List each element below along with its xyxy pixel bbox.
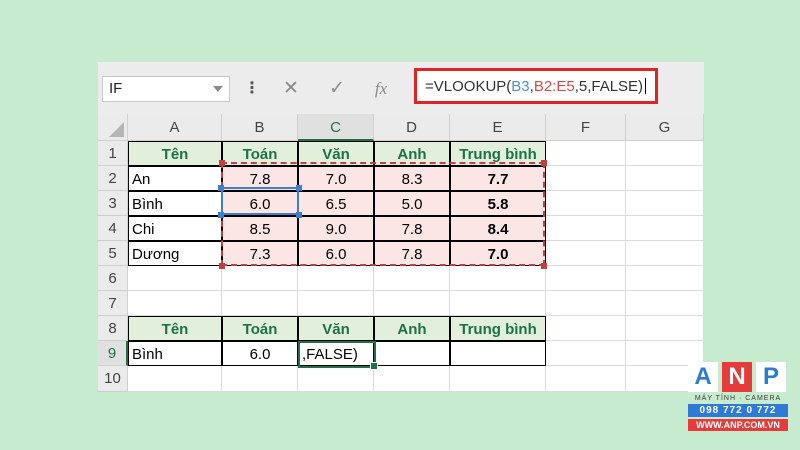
table-cell[interactable]: Bình	[128, 191, 222, 216]
cell[interactable]	[374, 366, 450, 392]
column-header[interactable]: A	[128, 114, 222, 141]
column-header[interactable]: B	[222, 114, 298, 141]
lookup-handle[interactable]	[296, 212, 302, 218]
active-cell-outline	[298, 341, 378, 370]
logo-letter: N	[722, 362, 752, 392]
cell[interactable]	[546, 216, 626, 241]
table-cell[interactable]: Chi	[128, 216, 222, 241]
row-header[interactable]: 1	[98, 141, 128, 166]
column-header[interactable]: F	[546, 114, 626, 141]
range-handle[interactable]	[219, 263, 225, 269]
cancel-icon[interactable]: ✕	[276, 78, 306, 100]
row-header[interactable]: 8	[98, 316, 128, 341]
row-header[interactable]: 10	[98, 366, 128, 392]
table-header[interactable]: Toán	[222, 316, 298, 341]
logo-website: WWW.ANP.COM.VN	[688, 419, 788, 431]
formula-input[interactable]: =VLOOKUP(B3,B2:E5,5,FALSE)	[414, 68, 658, 104]
cell[interactable]	[546, 316, 626, 341]
cell[interactable]	[298, 366, 374, 392]
more-options-icon[interactable]: ⋮	[244, 78, 260, 100]
table-cell[interactable]	[374, 341, 450, 366]
formula-suffix: ,5,FALSE)	[574, 78, 644, 95]
table-header[interactable]: Tên	[128, 316, 222, 341]
fill-handle[interactable]	[370, 362, 378, 370]
lookup-handle[interactable]	[218, 185, 224, 191]
cell[interactable]	[626, 266, 704, 291]
table-header[interactable]: Tên	[128, 141, 222, 166]
range-handle[interactable]	[541, 160, 547, 166]
cell[interactable]	[546, 366, 626, 392]
select-all-corner[interactable]	[98, 114, 128, 141]
table-cell[interactable]: Dương	[128, 241, 222, 266]
cell[interactable]	[546, 191, 626, 216]
cell[interactable]	[546, 166, 626, 191]
cell[interactable]	[222, 366, 298, 392]
cell[interactable]	[546, 291, 626, 316]
cell[interactable]	[546, 241, 626, 266]
table-cell[interactable]	[450, 341, 546, 366]
lookup-handle[interactable]	[218, 212, 224, 218]
table-header[interactable]: Văn	[298, 316, 374, 341]
cell[interactable]	[626, 216, 704, 241]
cell[interactable]	[450, 266, 546, 291]
logo-tagline: MÁY TÍNH · CAMERA	[694, 395, 782, 402]
cell[interactable]	[222, 266, 298, 291]
insert-function-icon[interactable]: fx	[366, 78, 396, 100]
cell[interactable]	[450, 291, 546, 316]
cell[interactable]	[374, 266, 450, 291]
cell[interactable]	[450, 366, 546, 392]
row-header[interactable]: 9	[98, 341, 128, 366]
cell[interactable]	[626, 166, 704, 191]
row-header[interactable]: 4	[98, 216, 128, 241]
chevron-down-icon[interactable]	[213, 86, 223, 92]
cell[interactable]	[626, 291, 704, 316]
cell[interactable]	[298, 291, 374, 316]
cell[interactable]	[546, 141, 626, 166]
cell[interactable]	[546, 341, 626, 366]
name-box-value: IF	[109, 80, 123, 97]
row-header[interactable]: 3	[98, 191, 128, 216]
cell[interactable]	[128, 266, 222, 291]
table-header[interactable]: Anh	[374, 316, 450, 341]
table-header[interactable]: Trung bình	[450, 316, 546, 341]
column-header[interactable]: G	[626, 114, 704, 141]
cell[interactable]	[626, 191, 704, 216]
cell[interactable]	[626, 316, 704, 341]
logo-letter: P	[756, 362, 786, 392]
cell[interactable]	[128, 291, 222, 316]
anp-logo: A N P MÁY TÍNH · CAMERA 098 772 0 772 WW…	[688, 362, 788, 436]
table-cell[interactable]: An	[128, 166, 222, 191]
column-header[interactable]: D	[374, 114, 450, 141]
formula-ref-range: B2:E5	[533, 78, 575, 95]
column-header[interactable]: E	[450, 114, 546, 141]
formula-ref-lookup: B3	[511, 78, 530, 95]
range-handle[interactable]	[219, 160, 225, 166]
text-cursor	[645, 78, 647, 94]
formula-prefix: =VLOOKUP(	[425, 78, 512, 95]
table-cell[interactable]: Bình	[128, 341, 222, 366]
cell[interactable]	[546, 266, 626, 291]
lookup-handle[interactable]	[296, 185, 302, 191]
row-header[interactable]: 5	[98, 241, 128, 266]
table-cell[interactable]: 6.0	[222, 341, 298, 366]
cell[interactable]	[626, 241, 704, 266]
logo-phone: 098 772 0 772	[688, 404, 788, 417]
logo-letter: A	[688, 362, 718, 392]
range-handle[interactable]	[541, 263, 547, 269]
row-header[interactable]: 2	[98, 166, 128, 191]
name-box[interactable]: IF	[102, 76, 230, 102]
row-header[interactable]: 6	[98, 266, 128, 291]
select-all-icon	[109, 122, 124, 137]
column-header[interactable]: C	[298, 114, 374, 141]
cell[interactable]	[374, 291, 450, 316]
cell[interactable]	[626, 141, 704, 166]
cell[interactable]	[222, 291, 298, 316]
enter-icon[interactable]: ✓	[322, 78, 352, 100]
lookup-value-highlight	[221, 187, 299, 215]
cell[interactable]	[298, 266, 374, 291]
row-header[interactable]: 7	[98, 291, 128, 316]
cell[interactable]	[128, 366, 222, 392]
